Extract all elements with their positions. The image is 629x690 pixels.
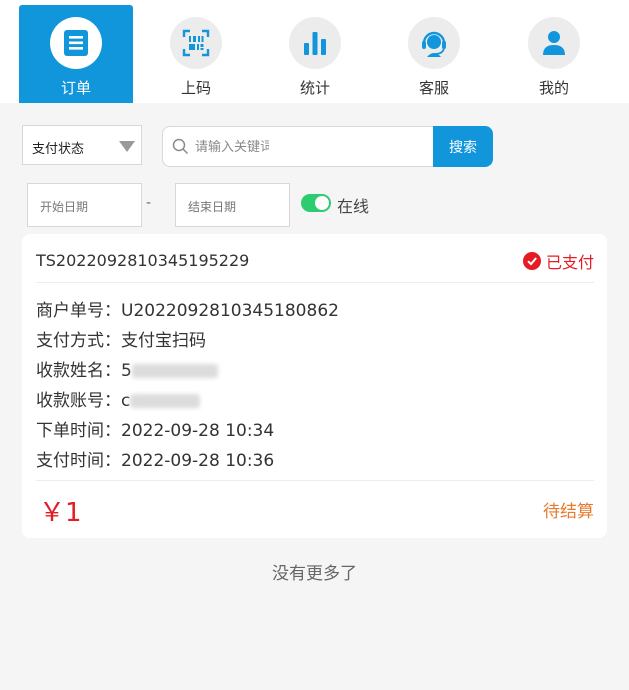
headset-icon (408, 17, 460, 69)
payee-name-value: 5 (121, 361, 132, 381)
online-toggle-label: 在线 (337, 197, 370, 216)
barcode-icon (170, 17, 222, 69)
payee-account-value: c (121, 391, 131, 411)
nav-label: 我的 (538, 79, 569, 97)
payment-status-badge: 已支付 (522, 249, 594, 273)
order-card[interactable]: TS2022092810345195229 已支付 商户单号：U20220928… (22, 234, 607, 538)
merchant-number-row: 商户单号：U2022092810345180862 (36, 296, 339, 321)
redacted-block (130, 394, 201, 408)
payment-status-select[interactable]: 支付状态 (22, 125, 142, 165)
order-time-value: 2022-09-28 10:34 (121, 421, 275, 441)
nav-label: 客服 (418, 79, 449, 97)
search-input[interactable] (195, 136, 269, 158)
top-nav: 订单 上码 统计 客服 我的 (0, 0, 629, 103)
order-number: TS2022092810345195229 (36, 251, 250, 270)
search-button[interactable]: 搜索 (433, 126, 493, 167)
start-date-placeholder: 开始日期 (40, 200, 89, 214)
divider (36, 282, 594, 283)
end-date-input[interactable]: 结束日期 (175, 183, 290, 227)
settlement-status: 待结算 (543, 502, 594, 522)
nav-item-customer-service[interactable]: 客服 (377, 5, 491, 103)
redacted-block (131, 364, 218, 378)
nav-label: 统计 (299, 79, 330, 97)
payment-method-row: 支付方式：支付宝扫码 (36, 326, 206, 351)
nav-item-statistics[interactable]: 统计 (258, 5, 372, 103)
nav-label: 上码 (180, 79, 211, 97)
payee-name-label: 收款姓名： (36, 361, 121, 381)
order-time-row: 下单时间：2022-09-28 10:34 (36, 416, 274, 441)
payee-name-row: 收款姓名：5 (36, 356, 218, 381)
divider (36, 480, 594, 481)
chevron-down-icon (119, 141, 135, 152)
payment-status-text: 已支付 (545, 253, 594, 272)
order-time-label: 下单时间： (36, 421, 121, 441)
payment-method-label: 支付方式： (36, 331, 121, 351)
payment-status-select-value: 支付状态 (32, 142, 85, 157)
nav-label: 订单 (60, 79, 91, 97)
payment-method-value: 支付宝扫码 (121, 331, 206, 351)
bar-chart-icon (289, 17, 341, 69)
user-icon (528, 17, 580, 69)
payee-account-row: 收款账号：c (36, 386, 201, 411)
nav-item-upload-code[interactable]: 上码 (139, 5, 253, 103)
date-separator: - (146, 195, 152, 211)
order-amount: ￥1 (39, 498, 82, 528)
online-toggle[interactable] (301, 194, 331, 212)
search-box (162, 126, 434, 167)
pay-time-label: 支付时间： (36, 451, 121, 471)
no-more-text: 没有更多了 (272, 564, 357, 584)
check-circle-icon (522, 252, 541, 270)
start-date-input[interactable]: 开始日期 (27, 183, 142, 227)
pay-time-row: 支付时间：2022-09-28 10:36 (36, 446, 274, 471)
toggle-knob (315, 196, 329, 210)
nav-item-orders[interactable]: 订单 (19, 5, 133, 103)
nav-item-profile[interactable]: 我的 (497, 5, 611, 103)
payee-account-label: 收款账号： (36, 391, 121, 411)
pay-time-value: 2022-09-28 10:36 (121, 451, 275, 471)
merchant-number-value: U2022092810345180862 (121, 301, 339, 321)
order-list-icon (50, 17, 102, 69)
merchant-number-label: 商户单号： (36, 301, 121, 321)
search-icon (172, 138, 189, 159)
end-date-placeholder: 结束日期 (188, 200, 237, 214)
